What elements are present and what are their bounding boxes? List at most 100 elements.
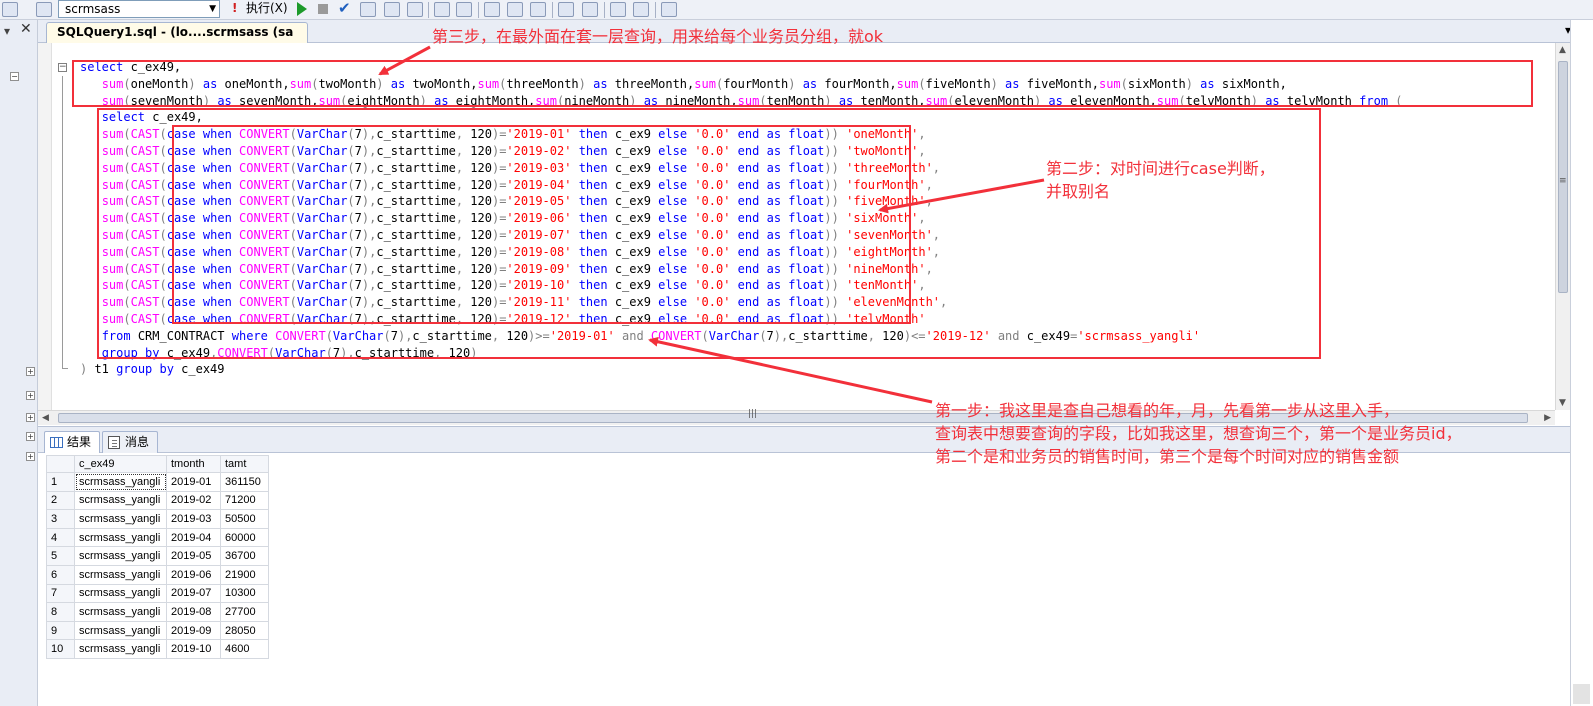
table-cell[interactable]: scrmsass_yangli — [74, 546, 167, 566]
close-icon[interactable]: ✕ — [20, 21, 32, 37]
table-cell[interactable]: 2019-04 — [166, 527, 221, 548]
tree-expand-icon[interactable]: + — [26, 391, 35, 400]
tab-sqlquery1[interactable]: SQLQuery1.sql - (lo....scrmsass (sa (52)… — [46, 22, 308, 58]
table-cell[interactable]: 71200 — [220, 490, 269, 511]
row-number-cell[interactable]: 10 — [46, 639, 75, 659]
table-cell[interactable]: 4600 — [220, 639, 269, 659]
row-number-cell[interactable]: 9 — [46, 620, 75, 641]
table-cell[interactable]: scrmsass_yangli — [74, 527, 167, 548]
toolbar-icon[interactable] — [558, 2, 574, 17]
table-cell[interactable]: 60000 — [220, 527, 269, 548]
fold-collapse-icon[interactable]: − — [58, 63, 67, 72]
table-cell[interactable]: 2019-08 — [166, 602, 221, 622]
table-cell[interactable]: 361150 — [220, 472, 269, 492]
table-cell[interactable]: scrmsass_yangli — [74, 602, 167, 622]
pin-icon[interactable]: ▾ — [4, 24, 10, 38]
editor-gutter — [52, 43, 62, 410]
toolbar-icon[interactable] — [507, 2, 523, 17]
table-row[interactable]: 5 scrmsass_yangli 2019-05 36700 — [46, 546, 269, 566]
row-number-cell[interactable]: 1 — [46, 472, 75, 492]
toolbar-icon[interactable] — [661, 2, 677, 17]
row-number-cell[interactable]: 8 — [46, 602, 75, 622]
table-cell[interactable]: scrmsass_yangli — [74, 509, 167, 529]
tree-expand-icon[interactable]: + — [26, 432, 35, 441]
toolbar-icon[interactable] — [384, 2, 400, 17]
table-cell[interactable]: 50500 — [220, 509, 269, 529]
toolbar-icon[interactable] — [456, 2, 472, 17]
row-number-cell[interactable]: 6 — [46, 564, 75, 585]
toolbar-icon[interactable] — [360, 2, 376, 17]
table-cell[interactable]: scrmsass_yangli — [74, 472, 167, 492]
message-icon — [108, 436, 120, 449]
tree-expand-icon[interactable]: − — [10, 72, 19, 81]
check-icon[interactable]: ✔ — [338, 0, 351, 17]
table-cell[interactable]: 36700 — [220, 546, 269, 566]
row-number-cell[interactable]: 3 — [46, 509, 75, 529]
table-cell[interactable]: 2019-05 — [166, 546, 221, 566]
table-row[interactable]: 6 scrmsass_yangli 2019-06 21900 — [46, 564, 269, 585]
table-cell[interactable]: scrmsass_yangli — [74, 620, 167, 641]
row-number-cell[interactable]: 7 — [46, 583, 75, 604]
table-row[interactable]: 4 scrmsass_yangli 2019-04 60000 — [46, 527, 269, 548]
tab-results[interactable]: 结果 — [44, 431, 101, 453]
database-select[interactable]: scrmsass ▼ — [58, 0, 220, 18]
table-cell[interactable]: 2019-10 — [166, 639, 221, 659]
scroll-up-icon[interactable]: ▲ — [1559, 45, 1566, 55]
table-cell[interactable]: 2019-01 — [166, 472, 221, 492]
table-cell[interactable]: 2019-06 — [166, 564, 221, 585]
table-row[interactable]: 10 scrmsass_yangli 2019-10 4600 — [46, 639, 269, 659]
scroll-right-icon[interactable]: ▶ — [1544, 413, 1551, 423]
table-row[interactable]: 9 scrmsass_yangli 2019-09 28050 — [46, 620, 269, 641]
column-header[interactable]: c_ex49 — [74, 455, 167, 473]
toolbar-icon[interactable] — [2, 2, 18, 17]
scroll-down-icon[interactable]: ▼ — [1559, 398, 1566, 408]
row-number-cell[interactable]: 2 — [46, 490, 75, 511]
table-row[interactable]: 2 scrmsass_yangli 2019-02 71200 — [46, 490, 269, 511]
table-cell[interactable]: 28050 — [220, 620, 269, 641]
row-number-cell[interactable]: 5 — [46, 546, 75, 566]
table-row[interactable]: 7 scrmsass_yangli 2019-07 10300 — [46, 583, 269, 604]
stop-icon[interactable] — [318, 4, 328, 14]
table-row[interactable]: 8 scrmsass_yangli 2019-08 27700 — [46, 602, 269, 622]
table-row[interactable]: 3 scrmsass_yangli 2019-03 50500 — [46, 509, 269, 529]
toolbar-icon[interactable] — [530, 2, 546, 17]
toolbar-icon[interactable] — [633, 2, 649, 17]
toolbar-icon[interactable] — [36, 2, 52, 17]
toolbar-icon[interactable] — [582, 2, 598, 17]
row-number-header[interactable] — [46, 455, 75, 473]
execute-button[interactable]: ! 执行(X) — [232, 0, 288, 18]
window-right-scrollbar — [1570, 20, 1593, 706]
tab-messages[interactable]: 消息 — [102, 431, 159, 453]
table-cell[interactable]: scrmsass_yangli — [74, 639, 167, 659]
tree-expand-icon[interactable]: + — [26, 452, 35, 461]
fold-guide-end — [62, 368, 68, 369]
column-header[interactable]: tamt — [220, 455, 269, 473]
toolbar-icon[interactable] — [407, 2, 423, 17]
toolbar-icon[interactable] — [610, 2, 626, 17]
play-icon[interactable] — [297, 2, 307, 16]
scroll-left-icon[interactable]: ◀ — [42, 413, 49, 423]
toolbar-icon[interactable] — [484, 2, 500, 17]
table-cell[interactable]: 2019-07 — [166, 583, 221, 604]
tree-expand-icon[interactable]: + — [26, 413, 35, 422]
table-cell[interactable]: scrmsass_yangli — [74, 490, 167, 511]
column-header[interactable]: tmonth — [166, 455, 221, 473]
results-pane: c_ex49 tmonth tamt 1 scrmsass_yangli 2019-… — [38, 453, 1593, 706]
table-cell[interactable]: 10300 — [220, 583, 269, 604]
table-cell[interactable]: 2019-03 — [166, 509, 221, 529]
table-row[interactable]: 1 scrmsass_yangli 2019-01 361150 — [46, 472, 269, 492]
tree-expand-icon[interactable]: + — [26, 367, 35, 376]
toolbar-separator — [604, 2, 605, 18]
toolbar-icon[interactable] — [434, 2, 450, 17]
table-cell[interactable]: scrmsass_yangli — [74, 564, 167, 585]
code-line: ) t1 group by c_ex49 — [80, 362, 225, 377]
table-cell[interactable]: scrmsass_yangli — [74, 583, 167, 604]
table-cell[interactable]: 27700 — [220, 602, 269, 622]
editor-vertical-scrollbar[interactable]: ▲ ≡ ▼ — [1555, 43, 1570, 410]
scrollbar-thumb[interactable] — [1573, 684, 1590, 704]
results-grid[interactable]: c_ex49 tmonth tamt 1 scrmsass_yangli 2019-… — [46, 455, 269, 659]
row-number-cell[interactable]: 4 — [46, 527, 75, 548]
table-cell[interactable]: 2019-09 — [166, 620, 221, 641]
table-cell[interactable]: 21900 — [220, 564, 269, 585]
table-cell[interactable]: 2019-02 — [166, 490, 221, 511]
